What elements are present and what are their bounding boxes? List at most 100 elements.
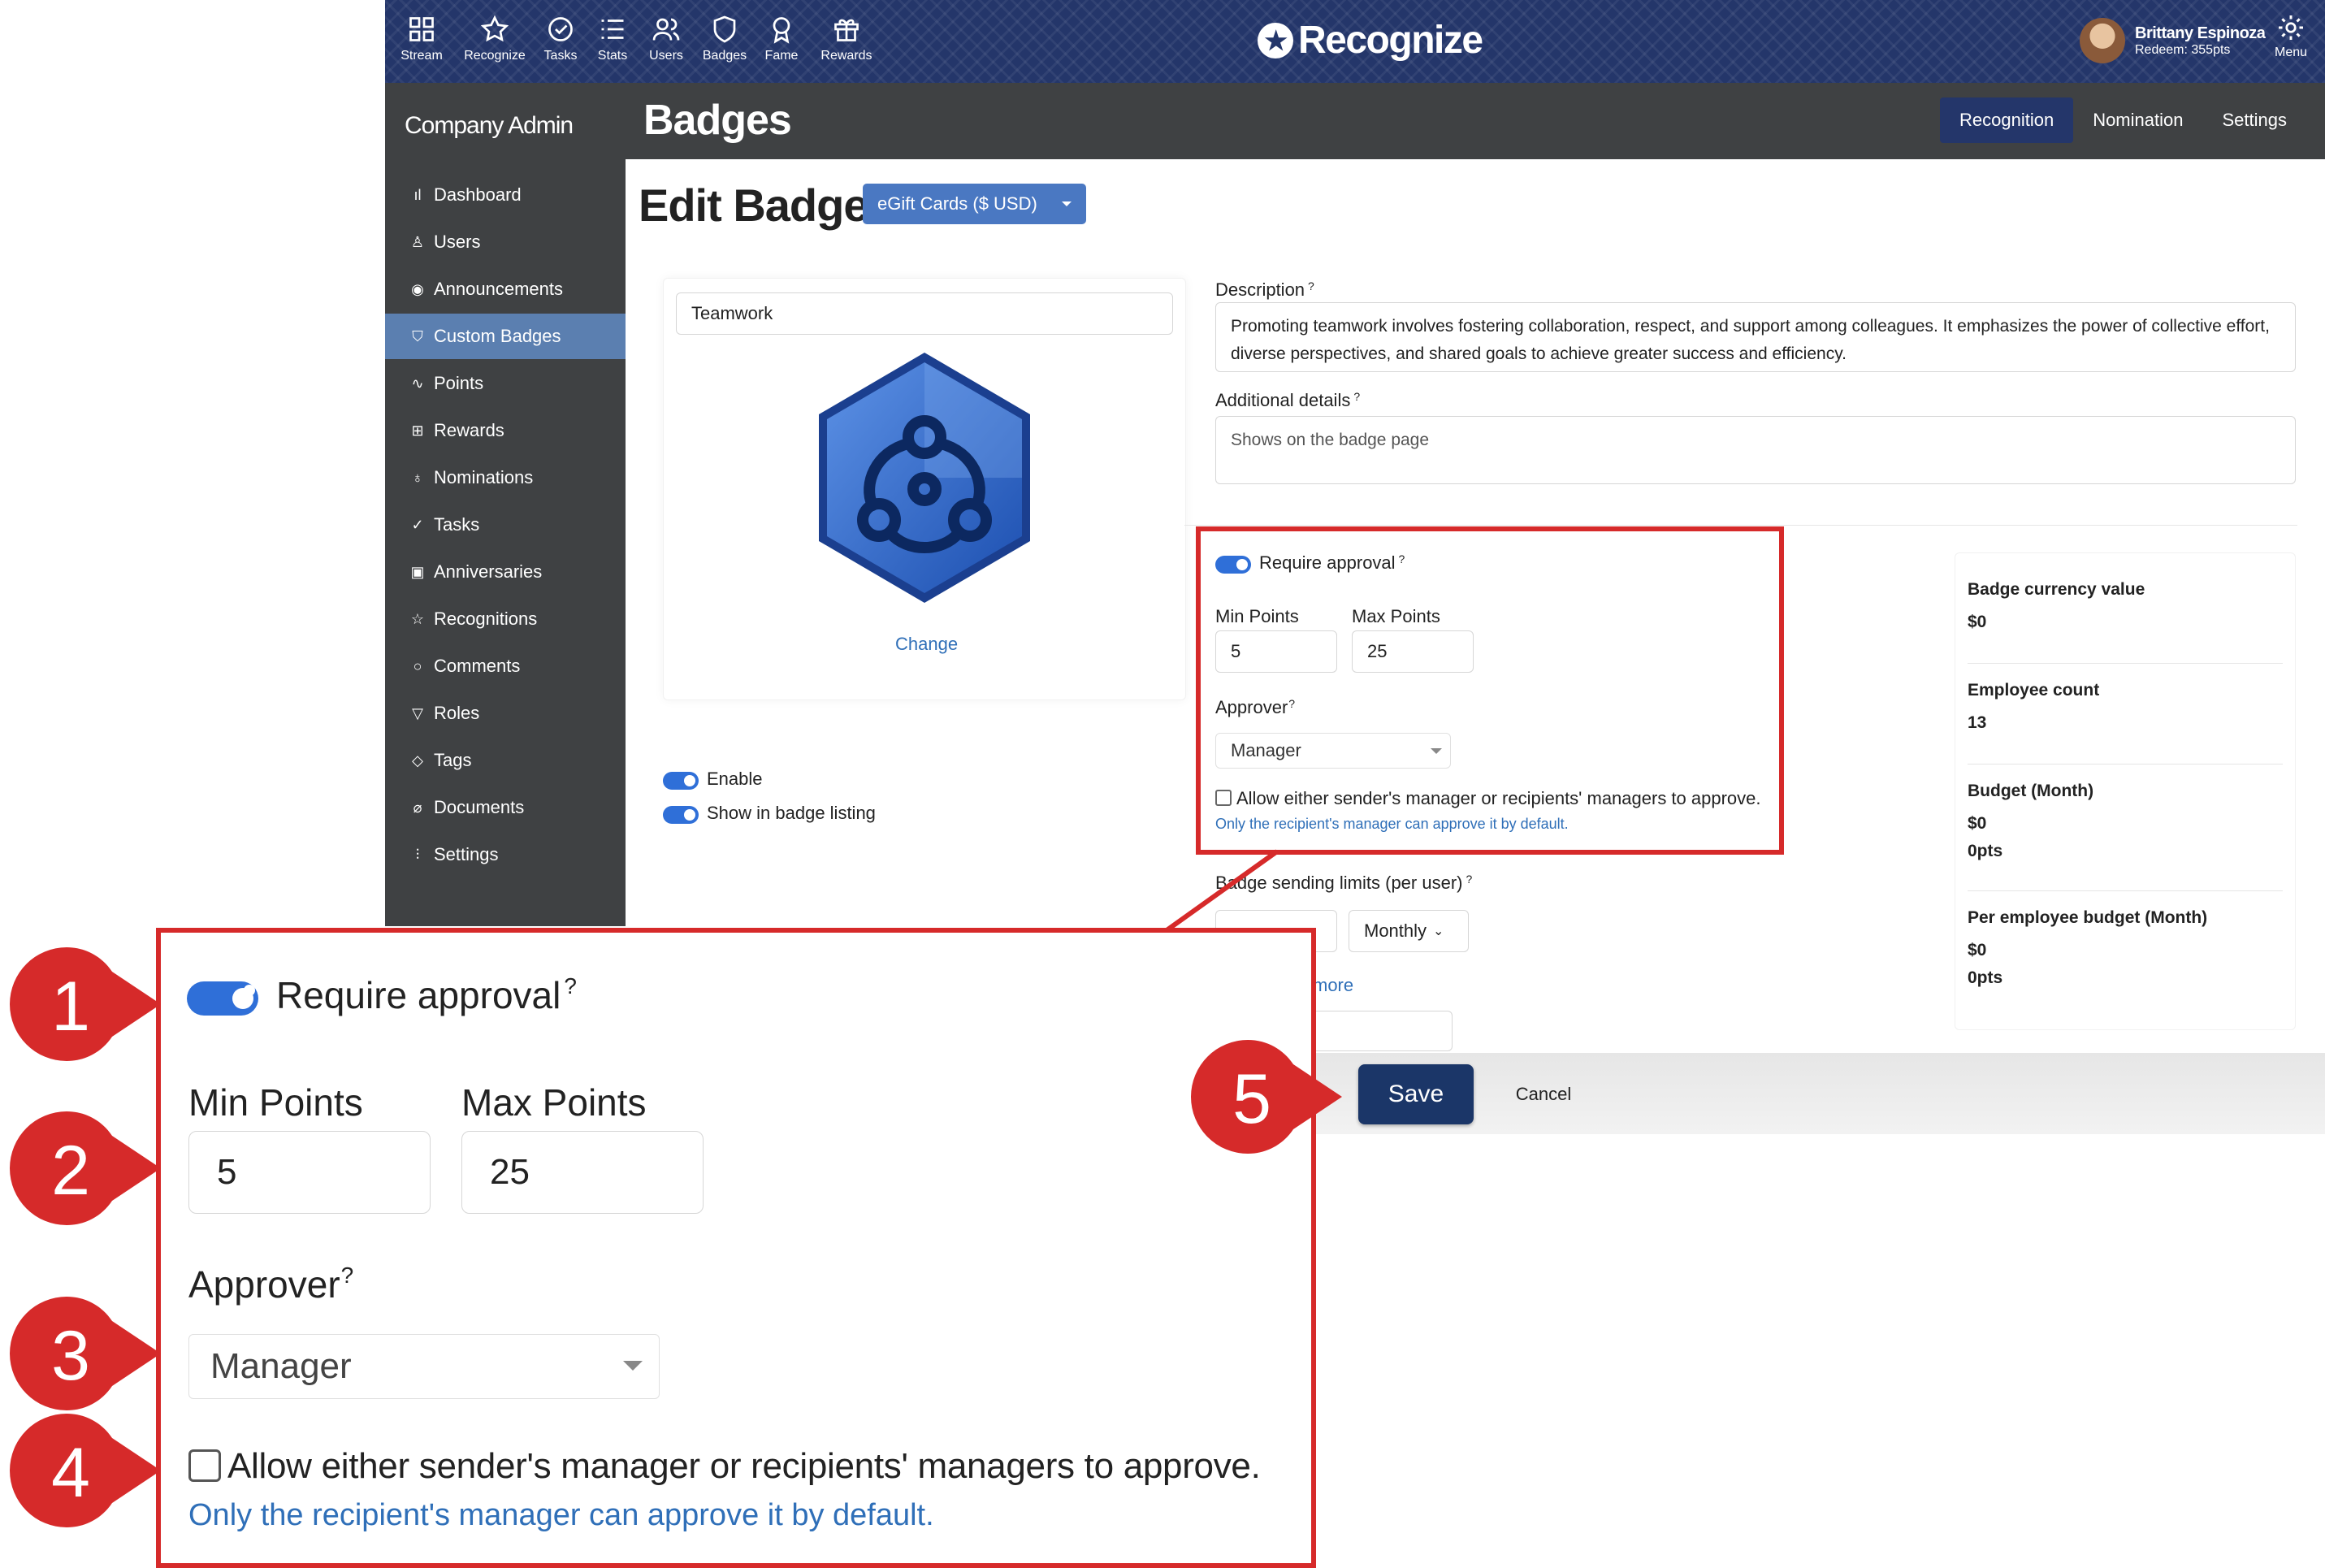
sidebar-item-settings[interactable]: ⫶ Settings [385,832,626,877]
user-profile[interactable]: Brittany Espinoza Redeem: 355pts [2080,18,2266,63]
help-icon[interactable]: ? [1288,697,1295,710]
help-icon[interactable]: ? [1308,279,1314,292]
require-approval-toggle[interactable] [1215,556,1251,574]
additional-details-label-text: Additional details [1215,390,1351,410]
description-textarea[interactable]: Promoting teamwork involves fostering co… [1215,302,2296,372]
toggle-knob [232,988,253,1009]
help-icon[interactable]: ? [1399,552,1405,565]
avatar [2080,18,2125,63]
nav-badges[interactable]: Badges [700,0,749,83]
nav-rewards[interactable]: Rewards [816,0,877,83]
sidebar-item-label: Tasks [434,514,480,535]
nav-fame[interactable]: Fame [760,0,803,83]
callout-number: 5 [1232,1060,1271,1138]
nav-tasks[interactable]: Tasks [539,0,582,83]
save-button[interactable]: Save [1358,1064,1474,1124]
nav-label: Rewards [820,49,872,63]
check-circle-icon [548,17,573,41]
divider [1968,663,2283,664]
change-badge-image-link[interactable]: Change [895,634,958,655]
stat-label: Employee count [1968,681,2100,700]
stat-value: $0 [1968,941,1987,959]
pulse-icon: ∿ [411,375,424,392]
min-points-label: Min Points [1215,606,1299,626]
grid-icon [409,17,434,41]
approver-label: Approver? [1215,697,1295,718]
nav-recognize[interactable]: Recognize [460,0,530,83]
sidebar-item-announcements[interactable]: ◉ Announcements [385,266,626,312]
sidebar-item-anniversaries[interactable]: ▣ Anniversaries [385,549,626,595]
require-approval-label: Require approval? [1259,552,1405,574]
divider [1968,764,2283,765]
sidebar-item-rewards[interactable]: ⊞ Rewards [385,408,626,453]
nav-label: Stats [597,49,628,63]
sidebar-item-label: Users [434,232,481,252]
nav-stats[interactable]: Stats [591,0,634,83]
show-in-listing-toggle[interactable] [663,806,699,824]
help-icon[interactable]: ? [1466,873,1472,886]
tag-icon: ◇ [412,752,423,769]
sidebar-item-documents[interactable]: ⌀ Documents [385,785,626,830]
check-circle-icon: ✓ [411,517,424,533]
divider [1968,890,2283,891]
sidebar-item-label: Dashboard [434,184,522,205]
sidebar-item-users[interactable]: ♙ Users [385,219,626,265]
enable-label: Enable [707,769,763,789]
logo-text: Recognize [1298,19,1483,62]
sidebar-item-label: Announcements [434,279,563,299]
users-icon [652,18,680,41]
sidebar-item-roles[interactable]: ▽ Roles [385,691,626,736]
sidebar-item-comments[interactable]: ○ Comments [385,643,626,689]
sidebar-item-points[interactable]: ∿ Points [385,361,626,406]
description-label: Description? [1215,279,1314,301]
paperclip-icon: ⌀ [413,799,422,816]
zoom-require-approval-label: Require approval? [276,973,577,1017]
zoom-max-points-input: 25 [461,1131,704,1214]
sidebar-item-custom-badges[interactable]: ⛉ Custom Badges [385,314,626,359]
sidebar-item-tasks[interactable]: ✓ Tasks [385,502,626,548]
currency-dropdown[interactable]: eGift Cards ($ USD) [863,184,1086,224]
tab-settings[interactable]: Settings [2202,97,2306,143]
sidebar-item-label: Anniversaries [434,561,543,582]
allow-either-checkbox[interactable] [1215,790,1232,806]
stat-value: 0pts [1968,842,2003,860]
sidebar-item-label: Settings [434,844,499,864]
badge-name-input[interactable]: Teamwork [676,292,1173,335]
recognize-logo[interactable]: ★ Recognize [1258,18,1483,63]
max-points-label: Max Points [1352,606,1440,626]
divider [1184,525,2297,526]
stat-value: 13 [1968,713,1987,732]
description-label-text: Description [1215,279,1305,300]
show-in-listing-label: Show in badge listing [707,803,876,823]
stat-label: Badge currency value [1968,580,2145,599]
callout-number: 2 [51,1132,90,1210]
callout-number: 1 [51,968,90,1046]
min-points-input[interactable]: 5 [1215,630,1337,673]
shield-icon [713,15,736,43]
more-link[interactable]: more [1313,975,1353,996]
sidebar-item-nominations[interactable]: ♁ Nominations [385,455,626,500]
sidebar-item-recognitions[interactable]: ☆ Recognitions [385,596,626,642]
approver-select[interactable]: Manager [1215,733,1451,769]
tab-recognition[interactable]: Recognition [1940,97,2074,143]
bar-chart-icon: ıl [413,187,422,203]
sidebar-item-dashboard[interactable]: ıl Dashboard [385,172,626,218]
menu-button[interactable]: Menu [2275,13,2307,60]
stat-label: Per employee budget (Month) [1968,908,2208,927]
additional-details-textarea[interactable]: Shows on the badge page [1215,416,2296,484]
enable-toggle[interactable] [663,772,699,790]
nav-stream[interactable]: Stream [395,0,448,83]
gear-icon [2279,15,2304,40]
sidebar-item-label: Rewards [434,420,504,440]
sidebar-item-label: Custom Badges [434,326,561,346]
sending-period-select[interactable]: Monthly ⌄ [1349,910,1469,952]
nav-users[interactable]: Users [643,0,689,83]
cancel-button[interactable]: Cancel [1495,1064,1592,1124]
help-icon[interactable]: ? [1353,390,1360,403]
gift-icon: ⊞ [411,422,424,439]
tab-nomination[interactable]: Nomination [2073,97,2202,143]
sidebar-item-tags[interactable]: ◇ Tags [385,738,626,783]
star-icon: ☆ [410,611,425,627]
max-points-input[interactable]: 25 [1352,630,1474,673]
user-name: Brittany Espinoza [2135,24,2266,42]
